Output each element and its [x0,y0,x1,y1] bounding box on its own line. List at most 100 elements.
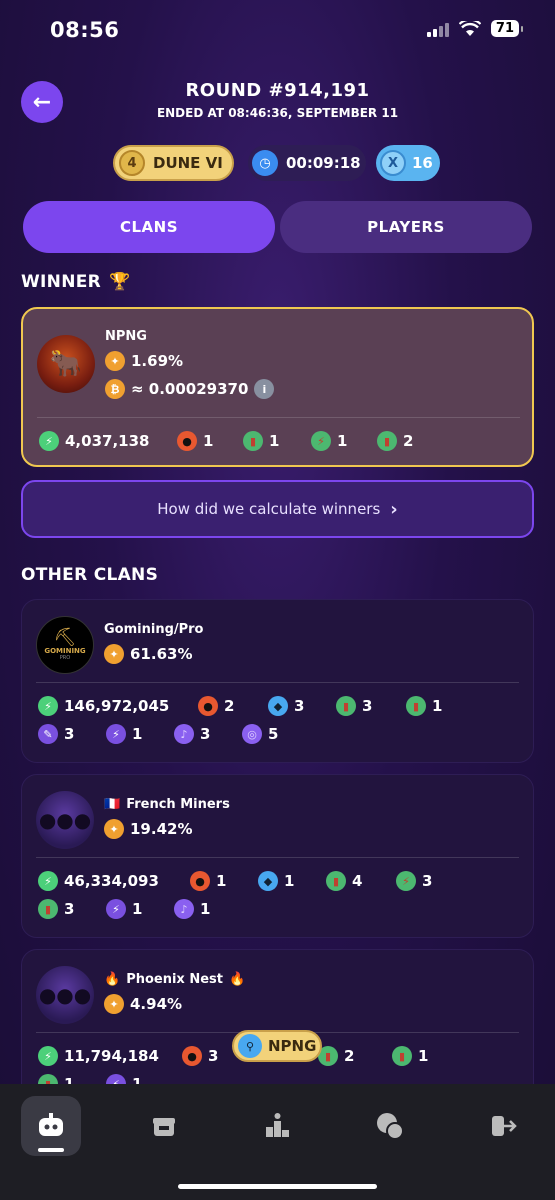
stat-value: 1 [132,725,143,743]
coin-icon: ◎ [242,724,262,744]
bitcoin-icon: ₿ [105,379,125,399]
clan-name: Gomining/Pro [104,622,204,637]
clan-percent: ✦ 61.63% [104,644,192,664]
stat-value: 4 [352,872,363,890]
stat-power: ⚡ 146,972,045 [38,696,169,716]
bomb-icon: ● [177,431,197,451]
nav-coins[interactable] [360,1096,420,1156]
signal-icon [426,21,449,37]
pickaxe-icon: ⛏ [53,627,77,648]
clan-avatar: ●●● [36,966,94,1024]
fire-icon: 🔥 [104,972,121,987]
home-indicator [178,1184,377,1189]
wifi-icon [458,20,481,36]
winner-name: NPNG [105,329,147,344]
divider [36,857,519,858]
other-clans-title: OTHER CLANS [21,565,159,585]
ninja-group-icon: ●●● [38,983,92,1007]
stat-value: 3 [200,725,211,743]
stat-bolt-green: ⚡ 3 [396,871,432,891]
stat-value: 3 [64,725,75,743]
clan-name-text: Phoenix Nest [126,972,223,987]
league-pill[interactable]: 4 DUNE VI [113,145,234,181]
stat-value: 3 [208,1047,219,1065]
bull-icon: 🐂 [49,349,83,379]
divider [37,417,520,418]
leaderboard-icon [266,1113,289,1137]
brick-icon: ▮ [243,431,263,451]
stat-brick: ▮ 4 [326,871,362,891]
nav-shop[interactable] [134,1096,194,1156]
stat-note: ♪ 1 [174,899,210,919]
stat-brick-gold: ▮ 2 [377,431,413,451]
bomb-icon: ● [190,871,210,891]
power-icon: ⚡ [38,696,58,716]
active-indicator [38,1148,64,1152]
how-calculated-label: How did we calculate winners [157,500,381,518]
tab-clans[interactable]: CLANS [23,201,275,253]
stat-value: 2 [403,432,414,450]
bottom-nav [0,1084,555,1200]
clan-name-text: French Miners [126,797,230,812]
stat-value: 1 [337,432,348,450]
bolt-icon: ⚡ [311,431,331,451]
stat-value: 3 [64,900,75,918]
stat-value: 2 [344,1047,355,1065]
winner-card[interactable]: 🐂 NPNG ✦ 1.69% ₿ ≈ 0.00029370 i ⚡ 4,037,1… [21,307,534,467]
stat-value: 1 [132,900,143,918]
stat-brick-gold: ▮1 [406,696,442,716]
stat-brick: ▮ 2 [318,1046,354,1066]
tab-players[interactable]: PLAYERS [280,201,532,253]
gamepad-icon [39,1113,63,1136]
brick-icon: ▮ [377,431,397,451]
power-icon: ⚡ [38,1046,58,1066]
status-time: 08:56 [50,18,120,42]
gomining-coin-icon: ✦ [104,819,124,839]
stat-bolt: ⚡1 [106,724,142,744]
power-icon: ⚡ [38,871,58,891]
nav-game[interactable] [21,1096,81,1156]
ninja-group-icon: ●●● [38,808,92,832]
wand-icon: ✎ [38,724,58,744]
info-icon[interactable]: i [254,379,275,399]
brick-icon: ▮ [38,899,58,919]
stat-bolt: ⚡1 [106,899,142,919]
bolt-icon: ⚡ [106,724,126,744]
winner-percent: ✦ 1.69% [105,351,183,371]
how-calculated-button[interactable]: How did we calculate winners › [21,480,534,538]
note-icon: ♪ [174,899,194,919]
stat-value: 3 [294,697,305,715]
clan-card[interactable]: ●●● 🇫🇷 French Miners ✦ 19.42% ⚡ 46,334,093… [21,774,534,938]
clan-card[interactable]: ⛏ GOMINING PRO Gomining/Pro ✦ 61.63% ⚡ 146… [21,599,534,763]
brick-icon: ▮ [326,871,346,891]
stat-bomb: ● 1 [190,871,226,891]
stat-bolt: ⚡1 [311,431,347,451]
clan-avatar: ●●● [36,791,94,849]
stat-note: ♪ 3 [174,724,210,744]
multiplier-value: 16 [412,154,433,172]
winner-title-text: WINNER [21,272,102,292]
round-subtitle: ENDED AT 08:46:36, SEPTEMBER 11 [156,106,399,120]
stat-power: ⚡ 4,037,138 [39,431,149,451]
stat-shield: ◆ 3 [268,696,304,716]
bolt-icon: ⚡ [106,899,126,919]
note-icon: ♪ [174,724,194,744]
bomb-icon: ● [198,696,218,716]
stat-value: 1 [269,432,280,450]
nav-leaderboard[interactable] [247,1096,307,1156]
timer-value: 00:09:18 [286,154,361,172]
location-pin-icon: ⚲ [238,1034,262,1058]
stat-bomb: ● 1 [177,431,213,451]
my-clan-tag[interactable]: ⚲ NPNG [232,1030,322,1062]
battery-icon: 71 [490,20,524,37]
stat-value: 3 [362,697,373,715]
stat-value: 1 [216,872,227,890]
multiplier-pill[interactable]: X 16 [376,145,440,181]
nav-logout[interactable] [473,1096,533,1156]
logout-icon [492,1116,517,1136]
clan-name: 🇫🇷 French Miners [104,797,230,812]
winner-btc-value: ≈ 0.00029370 [131,380,249,398]
shield-icon: ◆ [268,696,288,716]
stat-value: 146,972,045 [64,697,170,715]
divider [36,682,519,683]
